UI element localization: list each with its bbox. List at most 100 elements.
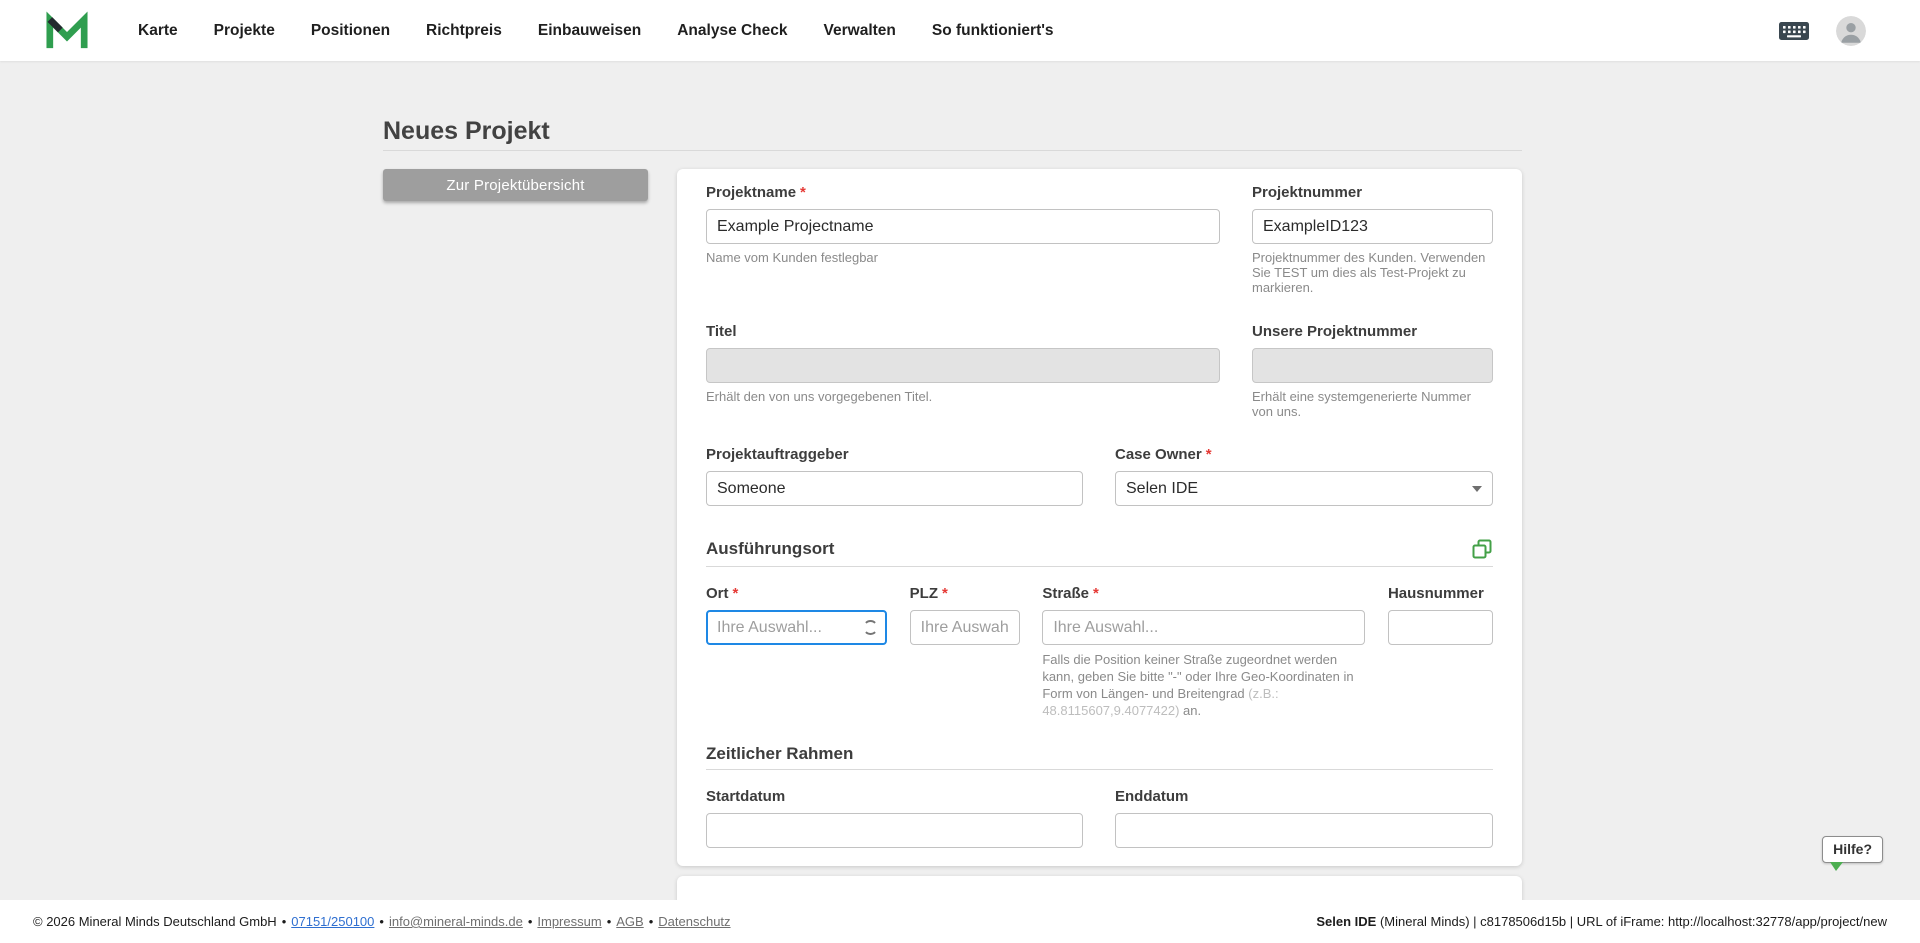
titel-label: Titel: [706, 323, 1220, 341]
plz-label-text: PLZ: [910, 585, 938, 602]
page-header: Neues Projekt: [383, 116, 1522, 151]
field-projektauftraggeber: Projektauftraggeber: [706, 446, 1083, 506]
zeitlicher-rahmen-divider: [706, 769, 1493, 770]
top-navbar: Karte Projekte Positionen Richtpreis Ein…: [0, 0, 1920, 61]
required-mark: *: [1093, 585, 1099, 602]
footer-datenschutz-link[interactable]: Datenschutz: [658, 914, 730, 929]
projektname-input[interactable]: [706, 209, 1220, 244]
caret-down-icon: [1472, 486, 1482, 492]
logo-icon: [46, 11, 88, 51]
footer-left: © 2026 Mineral Minds Deutschland GmbH • …: [33, 914, 731, 929]
titel-hint: Erhält den von uns vorgegebenen Titel.: [706, 389, 1220, 404]
footer-separator: •: [607, 914, 612, 929]
next-form-card-partial: [677, 876, 1522, 900]
strasse-hint: Falls die Position keiner Straße zugeord…: [1042, 651, 1365, 719]
footer-separator: •: [282, 914, 287, 929]
projektname-label: Projektname*: [706, 184, 1220, 202]
copy-icon[interactable]: [1471, 538, 1493, 560]
field-hausnummer: Hausnummer: [1388, 585, 1493, 719]
row-titel: Titel Erhält den von uns vorgegebenen Ti…: [706, 323, 1493, 419]
unsere-projektnummer-label: Unsere Projektnummer: [1252, 323, 1493, 341]
footer-session-info: Selen IDE (Mineral Minds) | c8178506d15b…: [1316, 914, 1887, 929]
footer-phone-link[interactable]: 07151/250100: [291, 914, 374, 929]
page-footer: © 2026 Mineral Minds Deutschland GmbH • …: [0, 900, 1920, 943]
row-ort: Ort* PLZ* Straße* Falls die Po: [706, 585, 1493, 719]
projektauftraggeber-label: Projektauftraggeber: [706, 446, 1083, 464]
strasse-input[interactable]: [1042, 610, 1365, 645]
row-auftraggeber: Projektauftraggeber Case Owner* Selen ID…: [706, 446, 1493, 506]
enddatum-input[interactable]: [1115, 813, 1493, 848]
footer-user-name: Selen IDE: [1316, 914, 1376, 929]
required-mark: *: [733, 585, 739, 602]
required-mark: *: [800, 184, 806, 201]
projektname-label-text: Projektname: [706, 184, 796, 201]
nav-item-karte[interactable]: Karte: [138, 22, 178, 40]
navbar-right: [1778, 16, 1866, 46]
nav-item-positionen[interactable]: Positionen: [311, 22, 390, 40]
footer-separator: •: [379, 914, 384, 929]
ort-input[interactable]: [706, 610, 887, 645]
projektname-hint: Name vom Kunden festlegbar: [706, 250, 1220, 265]
section-ausfuehrungsort: Ausführungsort: [706, 538, 1493, 560]
footer-email-link[interactable]: info@mineral-minds.de: [389, 914, 523, 929]
footer-impressum-link[interactable]: Impressum: [537, 914, 601, 929]
loading-spinner: [863, 620, 878, 635]
copyright-text: © 2026 Mineral Minds Deutschland GmbH: [33, 914, 277, 929]
strasse-hint-text: Falls die Position keiner Straße zugeord…: [1042, 652, 1353, 701]
footer-session-details: (Mineral Minds) | c8178506d15b | URL of …: [1376, 914, 1887, 929]
ausfuehrungsort-divider: [706, 566, 1493, 567]
title-divider: [383, 150, 1522, 151]
plz-label: PLZ*: [910, 585, 1020, 603]
enddatum-label: Enddatum: [1115, 788, 1493, 806]
nav-item-verwalten[interactable]: Verwalten: [824, 22, 896, 40]
section-zeitlicher-rahmen: Zeitlicher Rahmen: [706, 745, 1493, 763]
zeitlicher-rahmen-title: Zeitlicher Rahmen: [706, 745, 853, 763]
field-startdatum: Startdatum: [706, 788, 1083, 848]
new-project-form-card: Projektname* Name vom Kunden festlegbar …: [677, 169, 1522, 866]
projektnummer-label: Projektnummer: [1252, 184, 1493, 202]
field-titel: Titel Erhält den von uns vorgegebenen Ti…: [706, 323, 1220, 419]
field-case-owner: Case Owner* Selen IDE: [1115, 446, 1493, 506]
case-owner-label-text: Case Owner: [1115, 446, 1202, 463]
projektauftraggeber-input[interactable]: [706, 471, 1083, 506]
nav-item-projekte[interactable]: Projekte: [214, 22, 275, 40]
nav-item-einbauweisen[interactable]: Einbauweisen: [538, 22, 641, 40]
nav-item-analyse-check[interactable]: Analyse Check: [677, 22, 787, 40]
case-owner-label: Case Owner*: [1115, 446, 1493, 464]
projektnummer-input[interactable]: [1252, 209, 1493, 244]
startdatum-input[interactable]: [706, 813, 1083, 848]
main-content: Neues Projekt Zur Projektübersicht Proje…: [0, 61, 1920, 900]
field-strasse: Straße* Falls die Position keiner Straße…: [1042, 585, 1365, 719]
titel-input: [706, 348, 1220, 383]
field-ort: Ort*: [706, 585, 887, 719]
required-mark: *: [1206, 446, 1212, 463]
user-avatar[interactable]: [1836, 16, 1866, 46]
case-owner-select[interactable]: Selen IDE: [1115, 471, 1493, 506]
field-enddatum: Enddatum: [1115, 788, 1493, 848]
field-projektnummer: Projektnummer Projektnummer des Kunden. …: [1252, 184, 1493, 295]
ort-label: Ort*: [706, 585, 887, 603]
plz-input[interactable]: [910, 610, 1020, 645]
projektnummer-hint: Projektnummer des Kunden. Verwenden Sie …: [1252, 250, 1493, 295]
back-to-project-overview-button[interactable]: Zur Projektübersicht: [383, 169, 648, 201]
nav-item-richtpreis[interactable]: Richtpreis: [426, 22, 502, 40]
help-button[interactable]: Hilfe?: [1822, 836, 1883, 863]
nav-item-so-funktionierts[interactable]: So funktioniert's: [932, 22, 1054, 40]
ort-label-text: Ort: [706, 585, 729, 602]
strasse-label-text: Straße: [1042, 585, 1089, 602]
page-title: Neues Projekt: [383, 116, 1522, 146]
required-mark: *: [942, 585, 948, 602]
main-nav: Karte Projekte Positionen Richtpreis Ein…: [138, 22, 1054, 40]
unsere-projektnummer-hint: Erhält eine systemgenerierte Nummer von …: [1252, 389, 1493, 419]
row-datum: Startdatum Enddatum: [706, 788, 1493, 848]
startdatum-label: Startdatum: [706, 788, 1083, 806]
strasse-label: Straße*: [1042, 585, 1365, 603]
person-icon: [1836, 16, 1866, 46]
footer-agb-link[interactable]: AGB: [616, 914, 643, 929]
mineral-minds-logo[interactable]: [46, 11, 88, 51]
keyboard-icon[interactable]: [1778, 19, 1810, 43]
hausnummer-input[interactable]: [1388, 610, 1493, 645]
field-unsere-projektnummer: Unsere Projektnummer Erhält eine systemg…: [1252, 323, 1493, 419]
footer-separator: •: [528, 914, 533, 929]
help-button-label: Hilfe?: [1833, 841, 1872, 857]
